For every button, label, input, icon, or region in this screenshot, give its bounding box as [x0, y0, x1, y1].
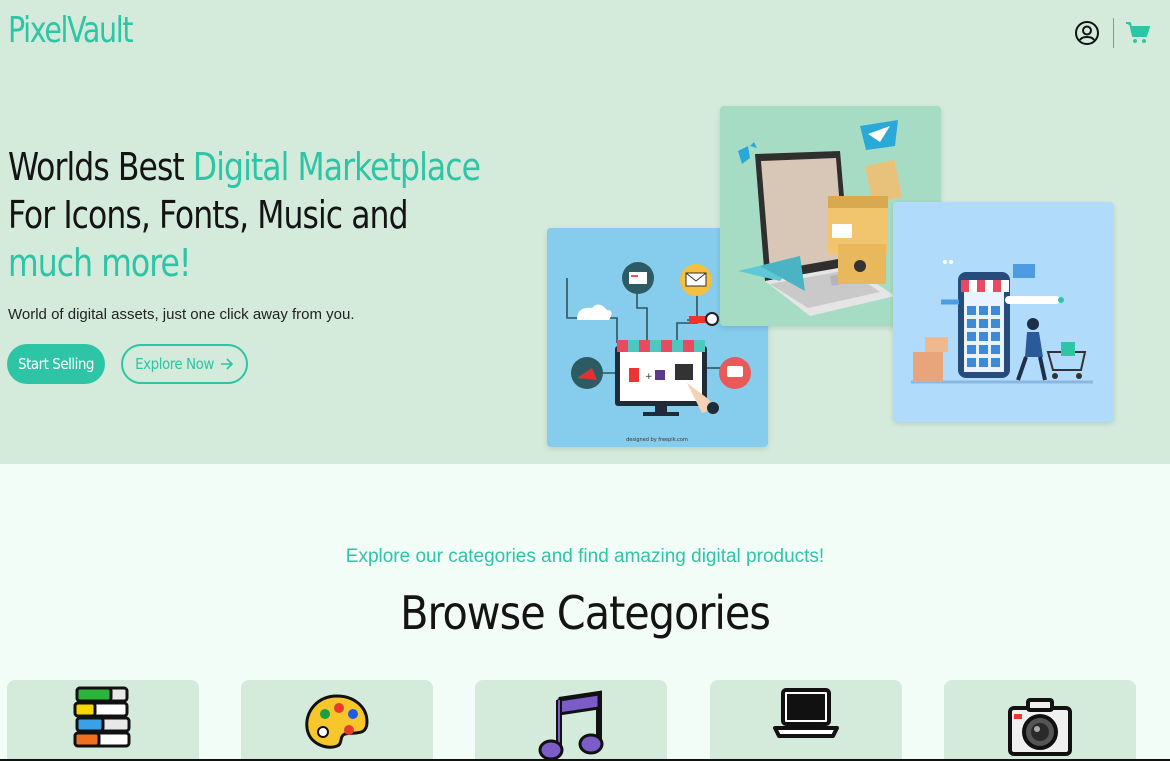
category-card-books[interactable]	[7, 680, 199, 761]
categories-title: Browse Categories	[400, 586, 771, 640]
categories-tagline: Explore our categories and find amazing …	[345, 546, 825, 567]
category-card-photography[interactable]	[944, 680, 1136, 761]
hero-subtext: World of digital assets, just one click …	[8, 306, 355, 323]
header-divider	[1113, 18, 1114, 48]
user-circle-icon	[1075, 21, 1099, 45]
hero-section: PixelVault Worlds Best Digital Marketpla…	[0, 0, 1170, 464]
svg-text:+: +	[645, 372, 653, 382]
headline-accent-1: Digital Marketplace	[192, 145, 481, 189]
category-card-music[interactable]	[475, 680, 667, 761]
explore-now-label: Explore Now	[135, 355, 214, 373]
cart-button[interactable]	[1124, 19, 1152, 47]
explore-now-button[interactable]: Explore Now	[121, 344, 248, 384]
hero-headline: Worlds Best Digital Marketplace For Icon…	[8, 143, 523, 287]
brand-logo[interactable]: PixelVault	[8, 10, 134, 51]
shopping-cart-icon	[1126, 22, 1150, 43]
music-note-icon	[538, 690, 604, 760]
headline-text-1: Worlds Best	[8, 145, 193, 189]
arrow-right-icon	[220, 358, 234, 370]
laptop-icon	[773, 688, 839, 738]
books-icon	[73, 686, 131, 748]
headline-text-2: For Icons, Fonts, Music and	[8, 193, 409, 237]
category-card-art[interactable]	[241, 680, 433, 761]
user-account-button[interactable]	[1073, 19, 1101, 47]
headline-accent-2: much more!	[8, 241, 192, 285]
category-card-software[interactable]	[710, 680, 902, 761]
palette-icon	[305, 694, 369, 749]
camera-icon	[1008, 698, 1072, 756]
header-actions	[1073, 18, 1152, 48]
image-credit: designed by freepik.com	[626, 437, 688, 443]
mobile-shopping-illustration	[893, 202, 1114, 422]
start-selling-button[interactable]: Start Selling	[7, 344, 105, 384]
